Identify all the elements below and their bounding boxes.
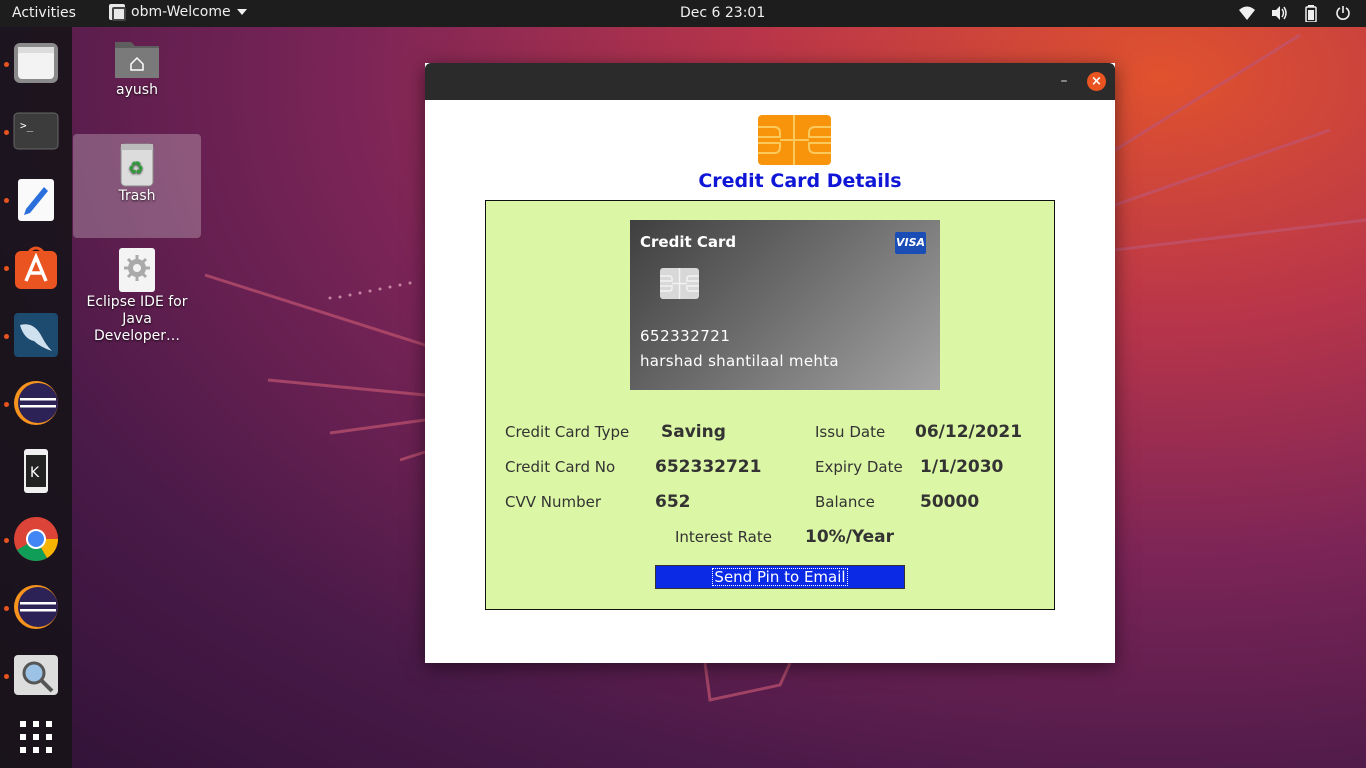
issue-date-label: Issu Date — [815, 423, 886, 441]
visa-logo: VISA — [895, 232, 926, 254]
desktop-icon-label: Eclipse IDE for Java Developer… — [86, 294, 188, 344]
running-indicator — [4, 266, 9, 271]
desktop-icon-home[interactable]: ayush — [73, 34, 201, 104]
svg-text:♻: ♻ — [128, 158, 144, 179]
app-menu[interactable]: obm-Welcome — [109, 4, 247, 21]
running-indicator — [4, 62, 9, 67]
power-menu-icon[interactable] — [1334, 4, 1352, 22]
clock[interactable]: Dec 6 23:01 — [680, 5, 765, 21]
cvv-label: CVV Number — [505, 493, 602, 511]
card-holder-name: harshad shantilaal mehta — [640, 352, 839, 370]
eclipse-launcher-icon — [113, 246, 161, 294]
balance-label: Balance — [815, 493, 875, 511]
eclipse-icon[interactable] — [12, 583, 60, 631]
home-folder-icon — [113, 34, 161, 82]
desktop-icon-trash[interactable]: ♻ Trash — [73, 134, 201, 238]
balance-value: 50000 — [920, 492, 980, 512]
chevron-down-icon — [236, 9, 247, 15]
software-center-icon[interactable] — [12, 243, 60, 291]
image-viewer-icon[interactable] — [12, 651, 60, 699]
app-menu-label: obm-Welcome — [131, 4, 231, 20]
card-label: Credit Card — [640, 233, 737, 251]
eclipse-icon[interactable] — [12, 379, 60, 427]
files-icon[interactable] — [12, 39, 60, 87]
card-number-value: 652332721 — [655, 457, 762, 477]
dialog-title: Credit Card Details — [698, 170, 902, 192]
send-pin-button[interactable]: Send Pin to Email — [655, 565, 905, 589]
text-editor-icon[interactable] — [12, 175, 60, 223]
window-titlebar[interactable]: – × — [425, 63, 1115, 100]
expiry-date-value: 1/1/2030 — [920, 457, 1004, 477]
send-pin-button-label: Send Pin to Email — [712, 568, 848, 586]
terminal-icon[interactable]: >_ — [12, 107, 60, 155]
wifi-icon[interactable] — [1238, 4, 1256, 22]
desktop-icon-label: Trash — [118, 188, 156, 204]
card-number-label: Credit Card No — [505, 458, 616, 476]
desktop-icon-eclipse[interactable]: Eclipse IDE for Java Developer… — [73, 246, 201, 344]
running-indicator — [4, 674, 9, 679]
chrome-icon[interactable] — [12, 515, 60, 563]
show-applications-icon[interactable] — [12, 713, 60, 761]
credit-card-graphic: Credit Card VISA 652332721 harshad shant… — [630, 220, 940, 390]
interest-rate-value: 10%/Year — [805, 527, 895, 547]
system-tray[interactable] — [1238, 4, 1352, 22]
running-indicator — [4, 334, 9, 339]
svg-text:>_: >_ — [20, 119, 34, 132]
trash-icon: ♻ — [113, 140, 161, 188]
volume-icon[interactable] — [1270, 4, 1288, 22]
dock: >_ K — [0, 27, 72, 768]
card-chip-icon — [660, 268, 699, 299]
top-bar: Activities obm-Welcome Dec 6 23:01 — [0, 0, 1366, 27]
running-indicator — [4, 606, 9, 611]
credit-card-details-window: – × Credit Card Details Credit Card VISA — [425, 63, 1115, 663]
card-type-value: Saving — [661, 422, 726, 442]
chip-icon — [758, 115, 831, 165]
svg-text:K: K — [30, 465, 40, 481]
expiry-date-label: Expiry Date — [815, 458, 903, 476]
running-indicator — [4, 538, 9, 543]
card-number: 652332721 — [640, 327, 731, 345]
interest-rate-label: Interest Rate — [675, 528, 772, 546]
app-icon — [109, 4, 126, 21]
minimize-button[interactable]: – — [1057, 74, 1071, 88]
issue-date-value: 06/12/2021 — [915, 422, 1023, 442]
running-indicator — [4, 402, 9, 407]
cvv-value: 652 — [655, 492, 691, 512]
kde-connect-icon[interactable]: K — [12, 447, 60, 495]
running-indicator — [4, 130, 9, 135]
mysql-workbench-icon[interactable] — [12, 311, 60, 359]
battery-icon[interactable] — [1302, 4, 1320, 22]
close-button[interactable]: × — [1087, 72, 1106, 91]
card-type-label: Credit Card Type — [505, 423, 630, 441]
running-indicator — [4, 198, 9, 203]
details-panel: Credit Card VISA 652332721 harshad shant… — [485, 200, 1055, 610]
activities-button[interactable]: Activities — [12, 5, 76, 21]
desktop-icon-label: ayush — [116, 82, 158, 98]
